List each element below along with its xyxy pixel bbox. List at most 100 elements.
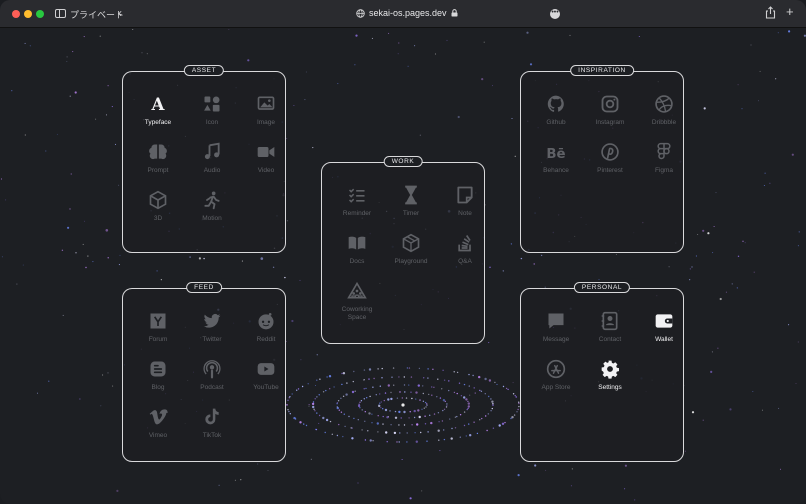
app-note[interactable]: Note: [438, 185, 492, 233]
checklist-icon: [347, 185, 367, 205]
app-label: Docs: [349, 258, 365, 265]
app-docs[interactable]: Docs: [330, 233, 384, 281]
app-dribbble[interactable]: Dribbble: [637, 94, 691, 142]
app-reminder[interactable]: Reminder: [330, 185, 384, 233]
app-grid: Github Instagram Dribbble Bē Behance Pinteres…: [529, 94, 691, 190]
app-coworking-space[interactable]: Coworking Space: [330, 281, 384, 329]
card-title: WORK: [383, 156, 423, 167]
app-label: Figma: [654, 167, 674, 174]
app-pinterest[interactable]: Pinterest: [583, 142, 637, 190]
app-grid: Reminder Timer Note Docs Playground Q&A Cowork…: [330, 185, 492, 329]
brain-icon: [148, 142, 168, 162]
app-q-a[interactable]: Q&A: [438, 233, 492, 281]
stack-overflow-icon: [455, 233, 475, 253]
desktop-stage: ASSET A Typeface Icon Image Prompt Audio Video…: [0, 29, 806, 504]
app-contact[interactable]: Contact: [583, 311, 637, 359]
app-grid: Forum Twitter Reddit Blog Podcast YouTube Vime…: [131, 311, 293, 455]
app-grid: Message Contact Wallet App Store Settings: [529, 311, 691, 407]
app-label: Behance: [543, 167, 569, 174]
typeface-icon: A: [148, 94, 168, 114]
close-window-button[interactable]: [12, 10, 20, 18]
back-chevron-icon[interactable]: ‹: [118, 6, 122, 20]
app-audio[interactable]: Audio: [185, 142, 239, 190]
app-store-icon: [546, 359, 566, 379]
app-video[interactable]: Video: [239, 142, 293, 190]
app-label: Video: [257, 167, 275, 174]
app-label: Wallet: [655, 336, 673, 343]
browser-toolbar: プライベート ‹ sekai-os.pages.dev ••• +: [0, 0, 806, 28]
app-behance[interactable]: Bē Behance: [529, 142, 583, 190]
app-label: Note: [458, 210, 472, 217]
globe-icon: [356, 8, 365, 18]
more-options-icon[interactable]: •••: [550, 9, 560, 19]
card-title: ASSET: [183, 65, 225, 76]
video-camera-icon: [256, 142, 276, 162]
app-blog[interactable]: Blog: [131, 359, 185, 407]
app-settings[interactable]: Settings: [583, 359, 637, 407]
app-youtube[interactable]: YouTube: [239, 359, 293, 407]
address-bar[interactable]: sekai-os.pages.dev: [356, 8, 458, 18]
app-label: Forum: [148, 336, 168, 343]
app-wallet[interactable]: Wallet: [637, 311, 691, 359]
podcast-icon: [202, 359, 222, 379]
app-label: TikTok: [202, 432, 222, 439]
figma-icon: [654, 142, 674, 162]
app-typeface[interactable]: A Typeface: [131, 94, 185, 142]
reddit-icon: [256, 311, 276, 331]
app-label: Github: [546, 119, 566, 126]
app-timer[interactable]: Timer: [384, 185, 438, 233]
gear-icon: [600, 359, 620, 379]
app-label: Icon: [205, 119, 219, 126]
note-icon: [455, 185, 475, 205]
zoom-window-button[interactable]: [36, 10, 44, 18]
app-label: Typeface: [144, 119, 172, 126]
card-asset: ASSET A Typeface Icon Image Prompt Audio Video…: [122, 65, 286, 253]
app-label: Instagram: [595, 119, 625, 126]
twitter-icon: [202, 311, 222, 331]
app-tiktok[interactable]: TikTok: [185, 407, 239, 455]
app-playground[interactable]: Playground: [384, 233, 438, 281]
app-prompt[interactable]: Prompt: [131, 142, 185, 190]
app-label: Prompt: [147, 167, 169, 174]
app-app-store[interactable]: App Store: [529, 359, 583, 407]
app-label: Coworking Space: [341, 306, 373, 321]
app-image[interactable]: Image: [239, 94, 293, 142]
github-icon: [546, 94, 566, 114]
app-label: Reddit: [256, 336, 276, 343]
app-vimeo[interactable]: Vimeo: [131, 407, 185, 455]
app-label: App Store: [541, 384, 571, 391]
app-label: Blog: [151, 384, 165, 391]
app-github[interactable]: Github: [529, 94, 583, 142]
book-icon: [347, 233, 367, 253]
app-3d[interactable]: 3D: [131, 190, 185, 238]
svg-text:A: A: [151, 94, 166, 114]
hacker-news-icon: [148, 311, 168, 331]
card-personal: PERSONAL Message Contact Wallet App Store Se…: [520, 282, 684, 462]
app-label: Message: [542, 336, 570, 343]
browser-window: プライベート ‹ sekai-os.pages.dev ••• + ASSET …: [0, 0, 806, 504]
vimeo-icon: [148, 407, 168, 427]
app-instagram[interactable]: Instagram: [583, 94, 637, 142]
new-tab-plus-icon[interactable]: +: [786, 4, 794, 19]
lock-icon: [451, 9, 458, 17]
blogger-icon: [148, 359, 168, 379]
url-text: sekai-os.pages.dev: [369, 8, 447, 18]
app-reddit[interactable]: Reddit: [239, 311, 293, 359]
app-podcast[interactable]: Podcast: [185, 359, 239, 407]
sidebar-toggle-icon[interactable]: [55, 9, 66, 18]
app-motion[interactable]: Motion: [185, 190, 239, 238]
app-message[interactable]: Message: [529, 311, 583, 359]
app-label: YouTube: [253, 384, 279, 391]
app-label: Reminder: [342, 210, 372, 217]
app-twitter[interactable]: Twitter: [185, 311, 239, 359]
wallet-icon: [654, 311, 674, 331]
minimize-window-button[interactable]: [24, 10, 32, 18]
app-forum[interactable]: Forum: [131, 311, 185, 359]
app-label: Q&A: [458, 258, 472, 265]
app-label: Pinterest: [597, 167, 623, 174]
app-icon[interactable]: Icon: [185, 94, 239, 142]
share-icon[interactable]: [765, 6, 776, 19]
app-label: Vimeo: [148, 432, 168, 439]
instagram-icon: [600, 94, 620, 114]
app-figma[interactable]: Figma: [637, 142, 691, 190]
